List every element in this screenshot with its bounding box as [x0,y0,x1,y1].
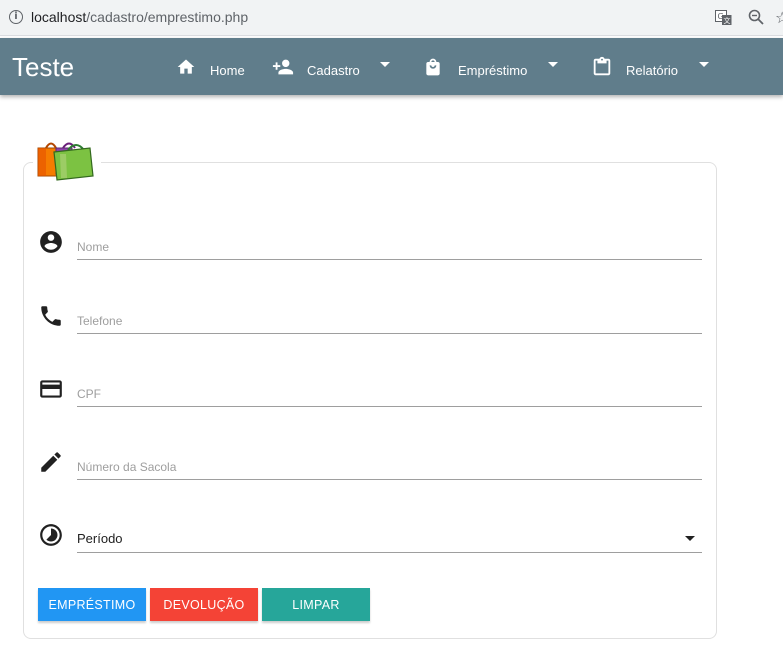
phone-icon [41,306,61,326]
shopping-bags-icon [37,142,94,181]
cpf-field[interactable]: CPF [38,376,702,416]
devolucao-button[interactable]: DEVOLUÇÃO [150,588,258,621]
credit-card-icon [40,380,62,398]
star-icon[interactable]: ☆ [775,8,783,27]
telefone-field[interactable]: Telefone [38,303,702,343]
chevron-down-icon [380,62,390,67]
cpf-placeholder: CPF [77,387,101,401]
clipboard-icon [593,56,611,75]
pencil-icon [41,452,61,472]
numero-sacola-placeholder: Número da Sacola [77,460,177,474]
nome-placeholder: Nome [77,240,110,254]
periodo-value: Período [77,531,123,546]
nav-label-cadastro: Cadastro [307,63,360,78]
navbar: Teste Home Cadastro Empréstimo Relatório [0,38,783,95]
nome-input[interactable]: Nome [77,229,702,260]
chevron-down-icon [548,62,558,67]
telefone-placeholder: Telefone [77,314,123,328]
nav-item-cadastro[interactable]: Cadastro [271,38,390,95]
nav-label-emprestimo: Empréstimo [458,63,528,78]
url-field[interactable]: localhost/cadastro/emprestimo.php [31,9,248,25]
telefone-input[interactable]: Telefone [77,303,702,334]
chevron-down-icon [699,62,709,67]
browser-address-bar: i localhost/cadastro/emprestimo.php G 文 … [0,0,783,36]
periodo-dropdown[interactable]: Período [77,522,702,553]
brand-logo[interactable]: Teste [12,52,74,83]
numero-sacola-input[interactable]: Número da Sacola [77,449,702,480]
person-add-icon [272,59,294,74]
nav-label-home: Home [210,63,245,78]
limpar-button[interactable]: LIMPAR [262,588,370,621]
url-host: localhost [31,9,87,25]
url-path: /cadastro/emprestimo.php [86,9,249,25]
nav-label-relatorio: Relatório [626,63,679,78]
timelapse-icon [40,524,62,546]
chevron-down-icon [685,536,695,541]
account-circle-icon [40,231,62,253]
shopping-bag-icon [426,58,440,75]
nome-field[interactable]: Nome [38,229,702,269]
zoom-out-icon[interactable] [748,9,764,25]
nav-item-emprestimo[interactable]: Empréstimo [423,38,558,95]
emprestimo-button[interactable]: EMPRÉSTIMO [38,588,146,621]
numero-sacola-field[interactable]: Número da Sacola [38,449,702,489]
svg-text:文: 文 [724,16,731,25]
nav-item-relatorio[interactable]: Relatório [591,38,709,95]
home-icon [177,59,195,74]
periodo-select[interactable]: Período [38,522,702,562]
nav-item-home[interactable]: Home [176,38,245,95]
translate-icon[interactable]: G 文 [715,9,732,26]
cpf-input[interactable]: CPF [77,376,702,407]
info-icon[interactable]: i [9,10,23,24]
